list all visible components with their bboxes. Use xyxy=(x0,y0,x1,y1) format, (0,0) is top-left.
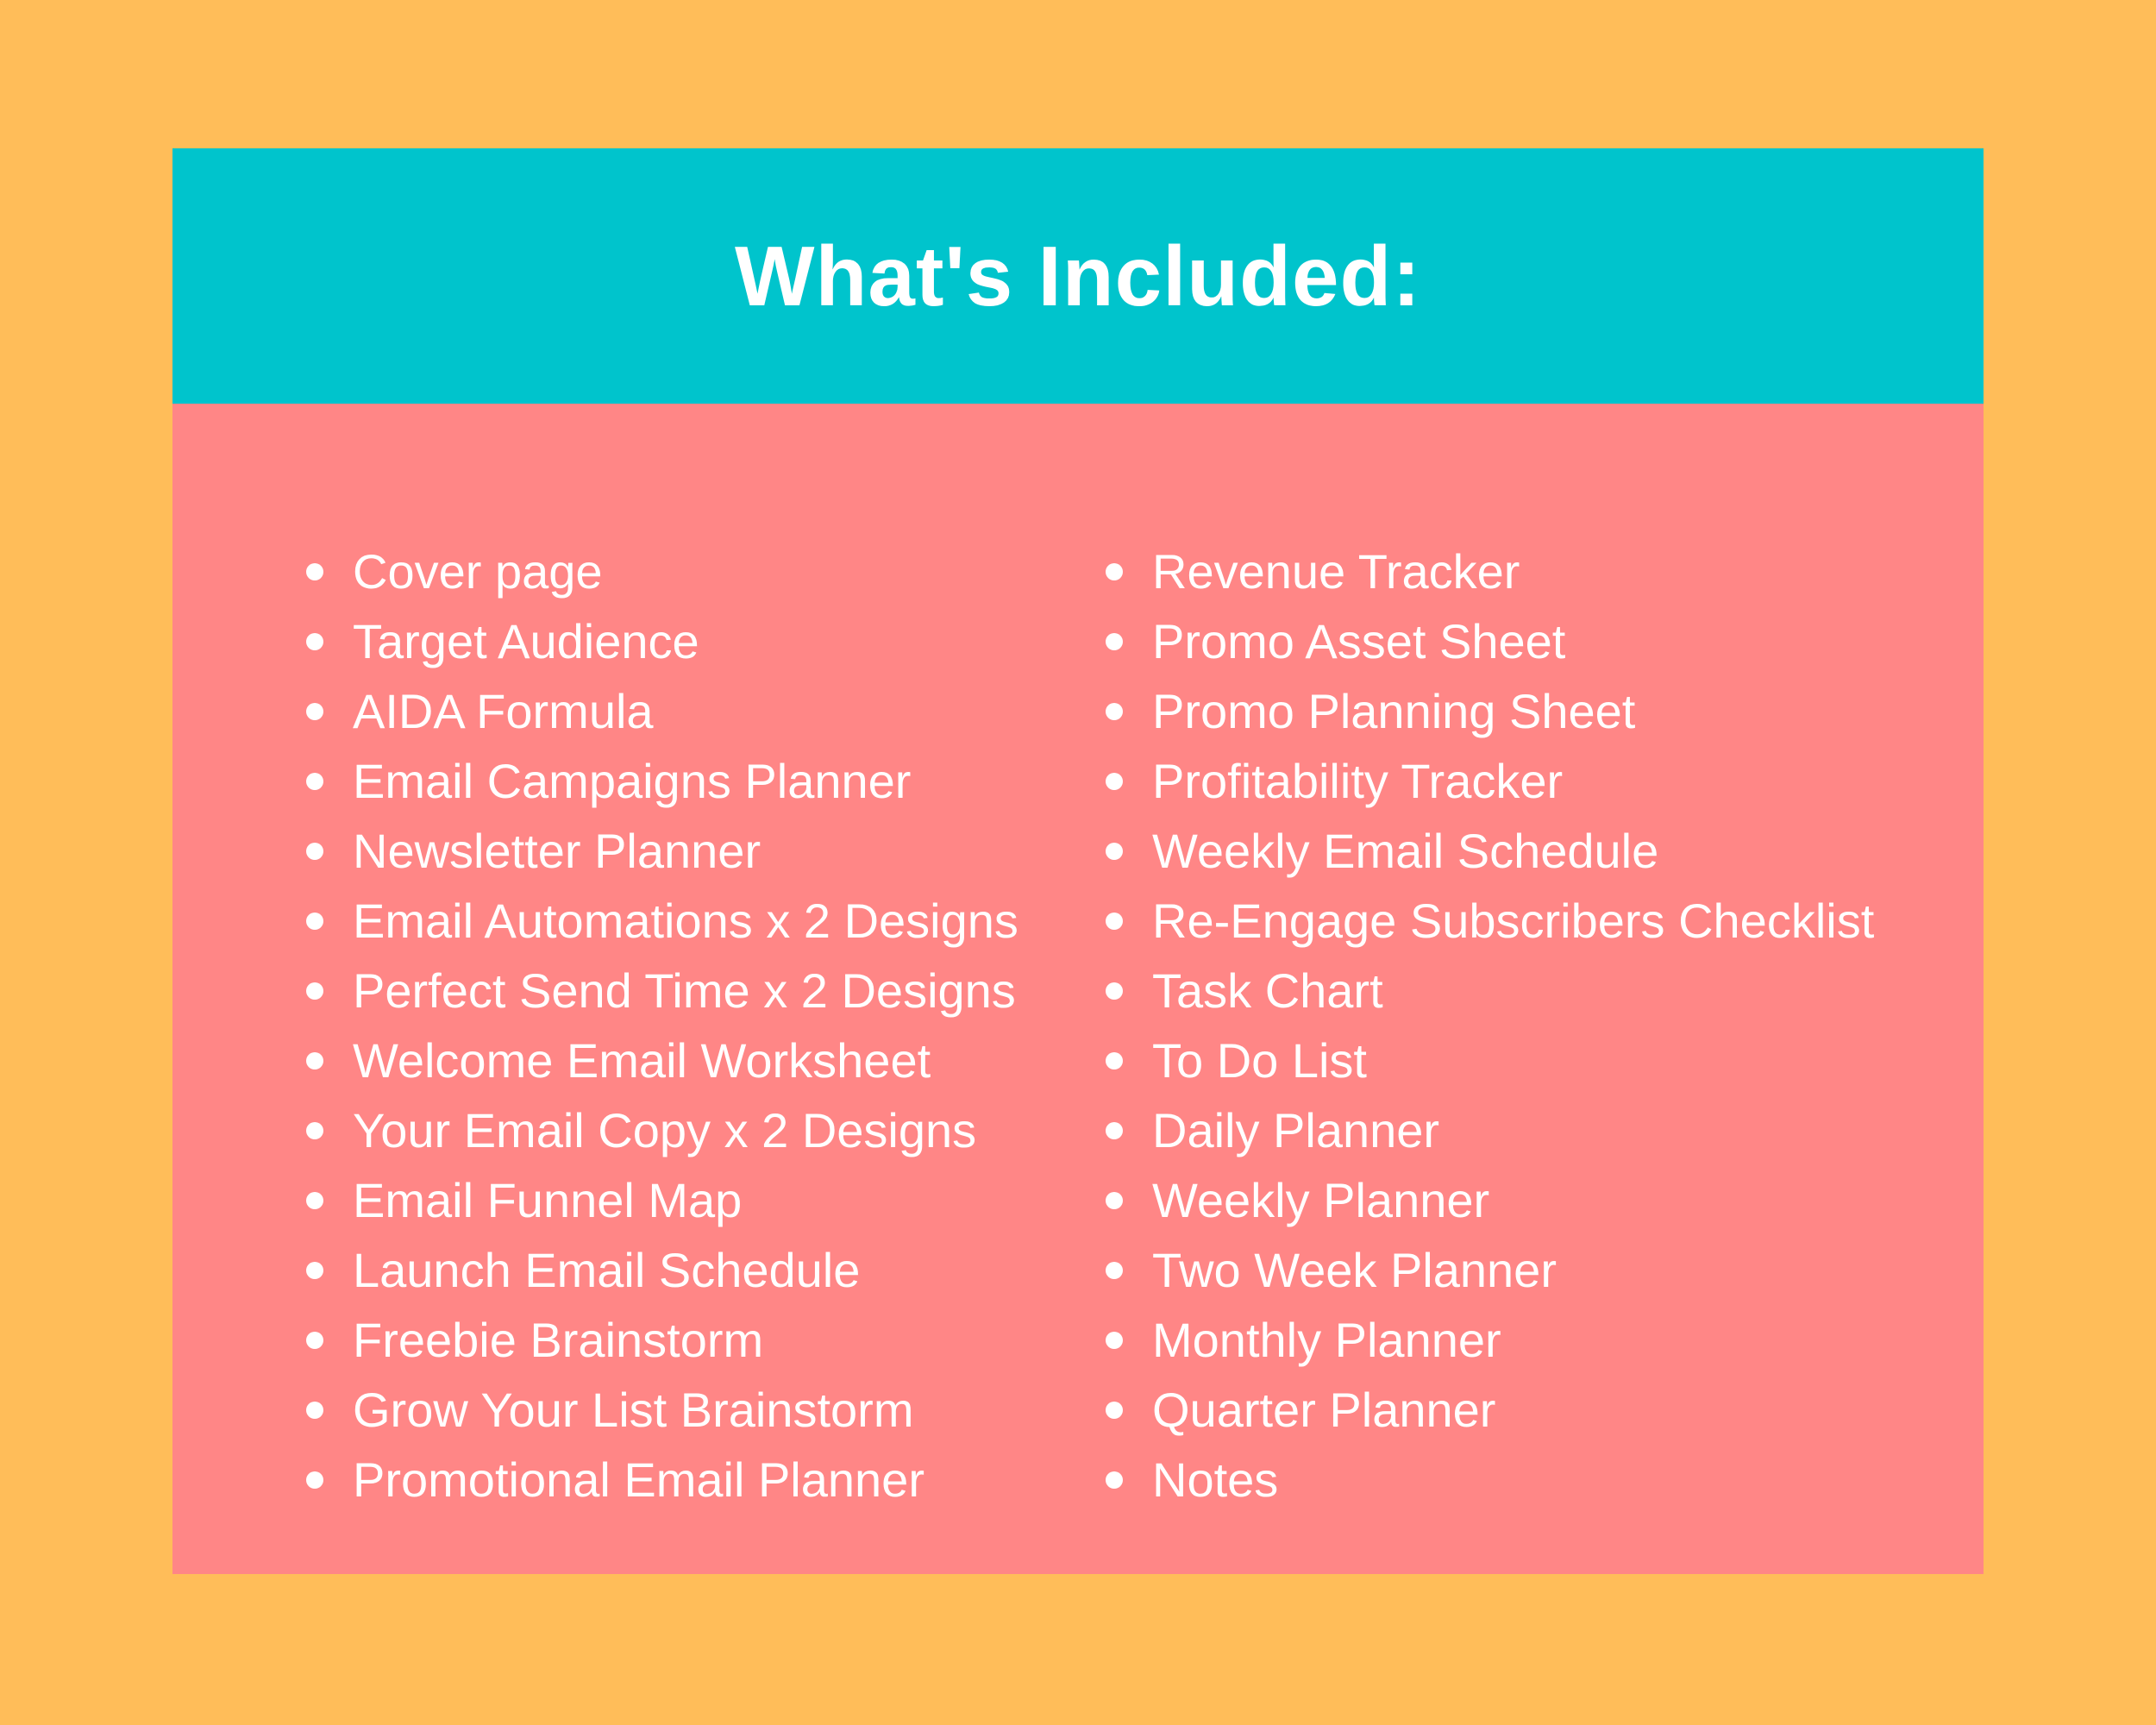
list-item: Promo Planning Sheet xyxy=(1106,676,1874,746)
list-item-label: Promo Asset Sheet xyxy=(1152,614,1566,668)
bullet-icon xyxy=(1106,913,1123,930)
list-item-label: Perfect Send Time x 2 Designs xyxy=(353,963,1016,1018)
list-item-label: Re-Engage Subscribers Checklist xyxy=(1152,894,1875,948)
list-item-label: Weekly Planner xyxy=(1152,1173,1490,1227)
list-item: Cover page xyxy=(306,536,1018,606)
list-item-label: Quarter Planner xyxy=(1152,1383,1496,1437)
bullet-icon xyxy=(1106,1262,1123,1279)
list-item: Notes xyxy=(1106,1445,1874,1515)
list-item-label: Freebie Brainstorm xyxy=(353,1313,764,1367)
list-item-label: Two Week Planner xyxy=(1152,1243,1557,1297)
bullet-icon xyxy=(306,1402,323,1419)
list-item-label: AIDA Formula xyxy=(353,684,654,738)
bullet-icon xyxy=(306,1192,323,1209)
bullet-icon xyxy=(306,843,323,860)
list-item-label: Email Automations x 2 Designs xyxy=(353,894,1018,948)
list-item: Two Week Planner xyxy=(1106,1235,1874,1305)
list-item: Newsletter Planner xyxy=(306,816,1018,886)
bullet-icon xyxy=(1106,1122,1123,1139)
bullet-icon xyxy=(306,633,323,650)
list-item-label: Email Campaigns Planner xyxy=(353,754,912,808)
bullet-icon xyxy=(1106,1471,1123,1489)
bullet-icon xyxy=(306,1262,323,1279)
bullet-icon xyxy=(306,1052,323,1070)
list-item: AIDA Formula xyxy=(306,676,1018,746)
bullet-icon xyxy=(306,1471,323,1489)
bullet-icon xyxy=(306,1332,323,1349)
list-item-label: Email Funnel Map xyxy=(353,1173,743,1227)
list-item: Freebie Brainstorm xyxy=(306,1305,1018,1375)
list-item: Promo Asset Sheet xyxy=(1106,606,1874,676)
list-item: Target Audience xyxy=(306,606,1018,676)
bullet-icon xyxy=(306,563,323,580)
list-item: Daily Planner xyxy=(1106,1095,1874,1165)
bullet-icon xyxy=(1106,773,1123,790)
list-item: Email Automations x 2 Designs xyxy=(306,886,1018,956)
list-item-label: Launch Email Schedule xyxy=(353,1243,861,1297)
bullet-icon xyxy=(1106,703,1123,720)
list-item-label: Target Audience xyxy=(353,614,699,668)
list-item-label: Cover page xyxy=(353,544,603,599)
list-item: Weekly Email Schedule xyxy=(1106,816,1874,886)
bullet-icon xyxy=(1106,1052,1123,1070)
list-item: Profitability Tracker xyxy=(1106,746,1874,816)
bullet-icon xyxy=(1106,843,1123,860)
list-item: Launch Email Schedule xyxy=(306,1235,1018,1305)
bullet-icon xyxy=(306,703,323,720)
header-banner: What's Included: xyxy=(172,148,1984,404)
right-item-list: Revenue Tracker Promo Asset Sheet Promo Pl… xyxy=(1106,536,1874,1515)
list-item-label: Welcome Email Worksheet xyxy=(353,1033,931,1088)
list-item-label: Task Chart xyxy=(1152,963,1383,1018)
list-item: Re-Engage Subscribers Checklist xyxy=(1106,886,1874,956)
included-card: What's Included: Cover page Target Audien… xyxy=(172,148,1984,1574)
bullet-icon xyxy=(1106,1332,1123,1349)
list-item-label: Monthly Planner xyxy=(1152,1313,1501,1367)
list-item: To Do List xyxy=(1106,1026,1874,1095)
list-item-label: Grow Your List Brainstorm xyxy=(353,1383,914,1437)
list-item: Email Funnel Map xyxy=(306,1165,1018,1235)
list-item: Perfect Send Time x 2 Designs xyxy=(306,956,1018,1026)
list-item-label: Weekly Email Schedule xyxy=(1152,824,1659,878)
bullet-icon xyxy=(306,773,323,790)
list-item: Your Email Copy x 2 Designs xyxy=(306,1095,1018,1165)
list-item-label: To Do List xyxy=(1152,1033,1367,1088)
bullet-icon xyxy=(306,1122,323,1139)
list-item-label: Notes xyxy=(1152,1452,1279,1507)
list-item-label: Promo Planning Sheet xyxy=(1152,684,1636,738)
list-item: Monthly Planner xyxy=(1106,1305,1874,1375)
list-item: Revenue Tracker xyxy=(1106,536,1874,606)
bullet-icon xyxy=(1106,1192,1123,1209)
bullet-icon xyxy=(306,982,323,1000)
list-item: Welcome Email Worksheet xyxy=(306,1026,1018,1095)
bullet-icon xyxy=(1106,563,1123,580)
bullet-icon xyxy=(306,913,323,930)
left-item-list: Cover page Target Audience AIDA Formula Ema… xyxy=(306,536,1018,1515)
list-item-label: Newsletter Planner xyxy=(353,824,761,878)
list-item-label: Profitability Tracker xyxy=(1152,754,1564,808)
list-item: Task Chart xyxy=(1106,956,1874,1026)
bullet-icon xyxy=(1106,633,1123,650)
list-item: Weekly Planner xyxy=(1106,1165,1874,1235)
list-item-label: Your Email Copy x 2 Designs xyxy=(353,1103,977,1157)
list-item: Promotional Email Planner xyxy=(306,1445,1018,1515)
list-item-label: Promotional Email Planner xyxy=(353,1452,924,1507)
page-title: What's Included: xyxy=(734,228,1422,323)
list-item: Email Campaigns Planner xyxy=(306,746,1018,816)
list-item-label: Daily Planner xyxy=(1152,1103,1440,1157)
bullet-icon xyxy=(1106,1402,1123,1419)
list-item: Quarter Planner xyxy=(1106,1375,1874,1445)
bullet-icon xyxy=(1106,982,1123,1000)
list-item-label: Revenue Tracker xyxy=(1152,544,1520,599)
list-item: Grow Your List Brainstorm xyxy=(306,1375,1018,1445)
